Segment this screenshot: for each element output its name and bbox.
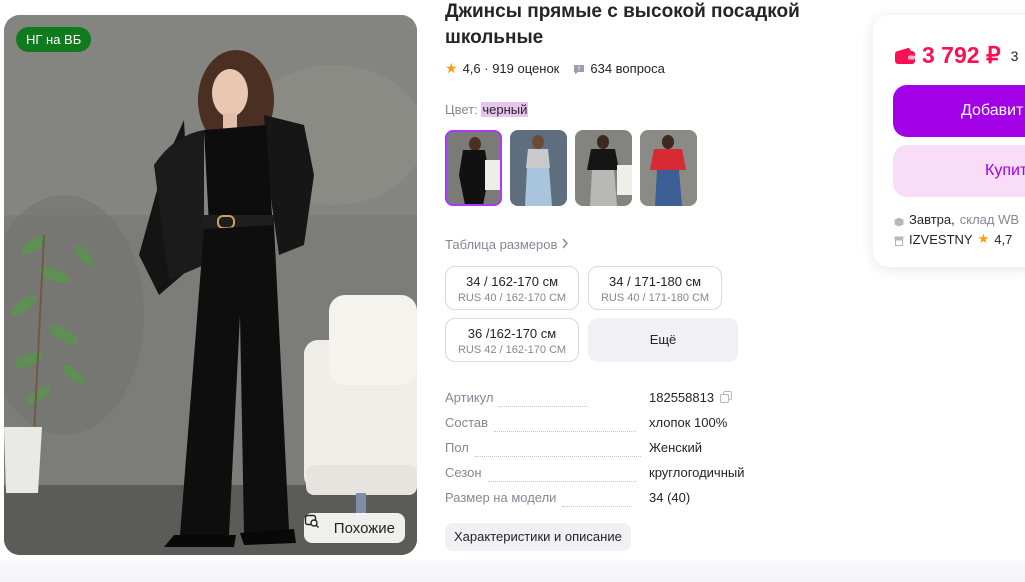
- article-number[interactable]: 182558813: [649, 390, 714, 405]
- size-option-main: 34 / 162-170 см: [465, 274, 559, 289]
- delivery-warehouse: склад WB: [959, 212, 1020, 227]
- param-dots: [499, 406, 588, 407]
- rating-value[interactable]: 4,6: [463, 61, 481, 76]
- color-thumbnails: [445, 130, 697, 206]
- color-thumb-light-blue[interactable]: [510, 130, 567, 206]
- characteristics-button[interactable]: Характеристики и описание: [445, 523, 631, 551]
- color-thumb-grey[interactable]: [575, 130, 632, 206]
- buy-now-button[interactable]: Купит: [893, 145, 1025, 197]
- reviews-count[interactable]: 919 оценок: [492, 61, 559, 76]
- param-row: Размер на модели 34 (40): [445, 490, 765, 515]
- param-row: Сезон круглогодичный: [445, 465, 765, 490]
- seller-star-icon: ★: [977, 231, 990, 246]
- price-card: 3 792 ₽ 3 Добавит Купит Завтра, склад WB…: [873, 15, 1025, 267]
- box-icon: [894, 215, 904, 226]
- size-option[interactable]: 34 / 162-170 см RUS 40 / 162-170 СМ: [445, 266, 579, 310]
- param-row: Артикул 182558813: [445, 390, 765, 415]
- param-key: Размер на модели: [445, 490, 557, 505]
- promo-badge: НГ на ВБ: [16, 27, 92, 52]
- size-option-sub: RUS 40 / 171-180 СМ: [600, 292, 710, 304]
- size-table-label: Таблица размеров: [445, 237, 558, 252]
- delivery-info: Завтра, склад WB: [894, 212, 1019, 227]
- old-price: 3: [1010, 47, 1019, 64]
- product-params: Артикул 182558813 Состав хлопок 100% Пол…: [445, 390, 765, 515]
- param-value: 182558813: [649, 390, 733, 405]
- price-row: 3 792 ₽ 3: [894, 42, 1018, 69]
- size-table-link[interactable]: Таблица размеров: [445, 237, 569, 252]
- rating-separator: ·: [480, 61, 493, 76]
- wallet-icon: [894, 47, 916, 65]
- shop-icon: [894, 234, 904, 246]
- svg-text:?: ?: [578, 66, 581, 73]
- param-row: Состав хлопок 100%: [445, 415, 765, 440]
- copy-icon[interactable]: [720, 391, 733, 403]
- questions-count[interactable]: 634 вопроса: [590, 61, 665, 76]
- star-icon: ★: [445, 60, 458, 76]
- param-dots: [474, 456, 641, 457]
- rating-row: ★ 4,6 · 919 оценок ? 634 вопроса: [445, 60, 665, 77]
- param-key: Пол: [445, 440, 469, 455]
- questions-icon: ?: [573, 63, 585, 75]
- param-key: Сезон: [445, 465, 482, 480]
- param-dots: [487, 481, 636, 482]
- seller-info[interactable]: IZVESTNY ★ 4,7: [894, 231, 1012, 247]
- delivery-day: Завтра,: [909, 212, 955, 227]
- price: 3 792 ₽: [922, 42, 1001, 68]
- similar-button[interactable]: Похожие: [303, 513, 405, 543]
- size-option[interactable]: 34 / 171-180 см RUS 40 / 171-180 СМ: [588, 266, 722, 310]
- similar-search-icon: [304, 514, 328, 536]
- seller-name: IZVESTNY: [909, 231, 973, 247]
- param-row: Пол Женский: [445, 440, 765, 465]
- size-option-sub: RUS 40 / 162-170 СМ: [457, 292, 567, 304]
- param-value: круглогодичный: [649, 465, 745, 480]
- color-label: Цвет: черный: [445, 102, 529, 117]
- param-key: Состав: [445, 415, 489, 430]
- param-value: 34 (40): [649, 490, 691, 505]
- add-to-cart-button[interactable]: Добавит: [893, 85, 1025, 137]
- param-value: Женский: [649, 440, 702, 455]
- color-thumb-blue[interactable]: [640, 130, 697, 206]
- product-title: Джинсы прямые с высокой посадкой школьны…: [445, 1, 800, 48]
- color-thumb-black[interactable]: [445, 130, 502, 206]
- color-value: черный: [481, 102, 529, 117]
- more-sizes-button[interactable]: Ещё: [588, 318, 738, 362]
- seller-rating: 4,7: [994, 231, 1013, 247]
- product-photo-illustration: [4, 15, 417, 555]
- similar-label: Похожие: [333, 519, 395, 537]
- size-option-main: 34 / 171-180 см: [608, 274, 702, 289]
- param-dots: [562, 506, 633, 507]
- bottom-fade: [0, 560, 1025, 582]
- size-option-sub: RUS 42 / 162-170 СМ: [457, 344, 567, 356]
- chevron-right-icon: [561, 237, 569, 252]
- color-label-text: Цвет:: [445, 102, 478, 117]
- size-option-main: 36 /162-170 см: [467, 326, 557, 341]
- size-option[interactable]: 36 /162-170 см RUS 42 / 162-170 СМ: [445, 318, 579, 362]
- param-value: хлопок 100%: [649, 415, 728, 430]
- param-dots: [494, 431, 637, 432]
- product-photo[interactable]: НГ на ВБ Похожие: [4, 15, 417, 555]
- param-key: Артикул: [445, 390, 494, 405]
